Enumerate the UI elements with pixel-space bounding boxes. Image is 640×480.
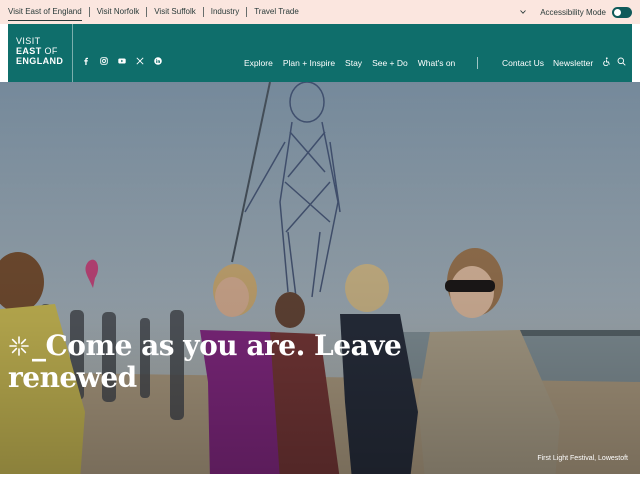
logo-line-1: VISIT [16, 36, 41, 46]
logo-line-3: ENGLAND [16, 56, 64, 66]
site-link-visit-norfolk[interactable]: Visit Norfolk [90, 0, 147, 24]
sparkle-icon [9, 336, 29, 356]
chevron-down-icon[interactable] [520, 9, 527, 15]
youtube-icon[interactable] [118, 57, 126, 65]
nav-whats-on[interactable]: What's on [418, 58, 456, 68]
secondary-menu: Contact Us Newsletter [502, 24, 602, 82]
social-links [82, 57, 162, 65]
search-icon[interactable] [617, 57, 626, 66]
site-link-industry[interactable]: Industry [204, 0, 246, 24]
utility-bar: Visit East of England Visit Norfolk Visi… [0, 0, 640, 24]
site-switcher: Visit East of England Visit Norfolk Visi… [8, 0, 306, 24]
nav-utility-icons [602, 57, 626, 66]
toggle-knob [613, 7, 622, 17]
site-link-visit-east-of-england[interactable]: Visit East of England [8, 0, 89, 24]
instagram-icon[interactable] [100, 57, 108, 65]
main-navigation: VISIT EAST OF ENGLAND Explore Plan + Ins… [8, 24, 632, 82]
nav-explore[interactable]: Explore [244, 58, 273, 68]
primary-menu: Explore Plan + Inspire Stay See + Do Wha… [244, 24, 465, 82]
facebook-icon[interactable] [82, 57, 90, 65]
x-icon[interactable] [136, 57, 144, 65]
linkedin-icon[interactable] [154, 57, 162, 65]
hero-headline: _Come as you are. Leave renewed [8, 330, 428, 394]
photo-caption: First Light Festival, Lowestoft [537, 455, 628, 462]
accessibility-mode-label: Accessibility Mode [540, 7, 606, 17]
hero-banner: _Come as you are. Leave renewed First Li… [0, 82, 640, 480]
accessibility-icon[interactable] [602, 57, 611, 66]
accessibility-mode-toggle[interactable] [612, 6, 632, 18]
nav-see-do[interactable]: See + Do [372, 58, 408, 68]
nav-plan-inspire[interactable]: Plan + Inspire [283, 58, 335, 68]
site-logo[interactable]: VISIT EAST OF ENGLAND [8, 24, 73, 82]
page-bottom-edge [0, 474, 640, 480]
nav-stay[interactable]: Stay [345, 58, 362, 68]
accessibility-controls: Accessibility Mode [520, 0, 632, 24]
nav-contact-us[interactable]: Contact Us [502, 58, 544, 68]
hero-photo [0, 82, 640, 480]
nav-newsletter[interactable]: Newsletter [553, 58, 593, 68]
hero-headline-text: _Come as you are. Leave renewed [8, 329, 402, 394]
logo-line-2: EAST OF [16, 46, 58, 56]
site-link-travel-trade[interactable]: Travel Trade [247, 0, 306, 24]
site-link-visit-suffolk[interactable]: Visit Suffolk [147, 0, 203, 24]
nav-divider [477, 57, 478, 69]
